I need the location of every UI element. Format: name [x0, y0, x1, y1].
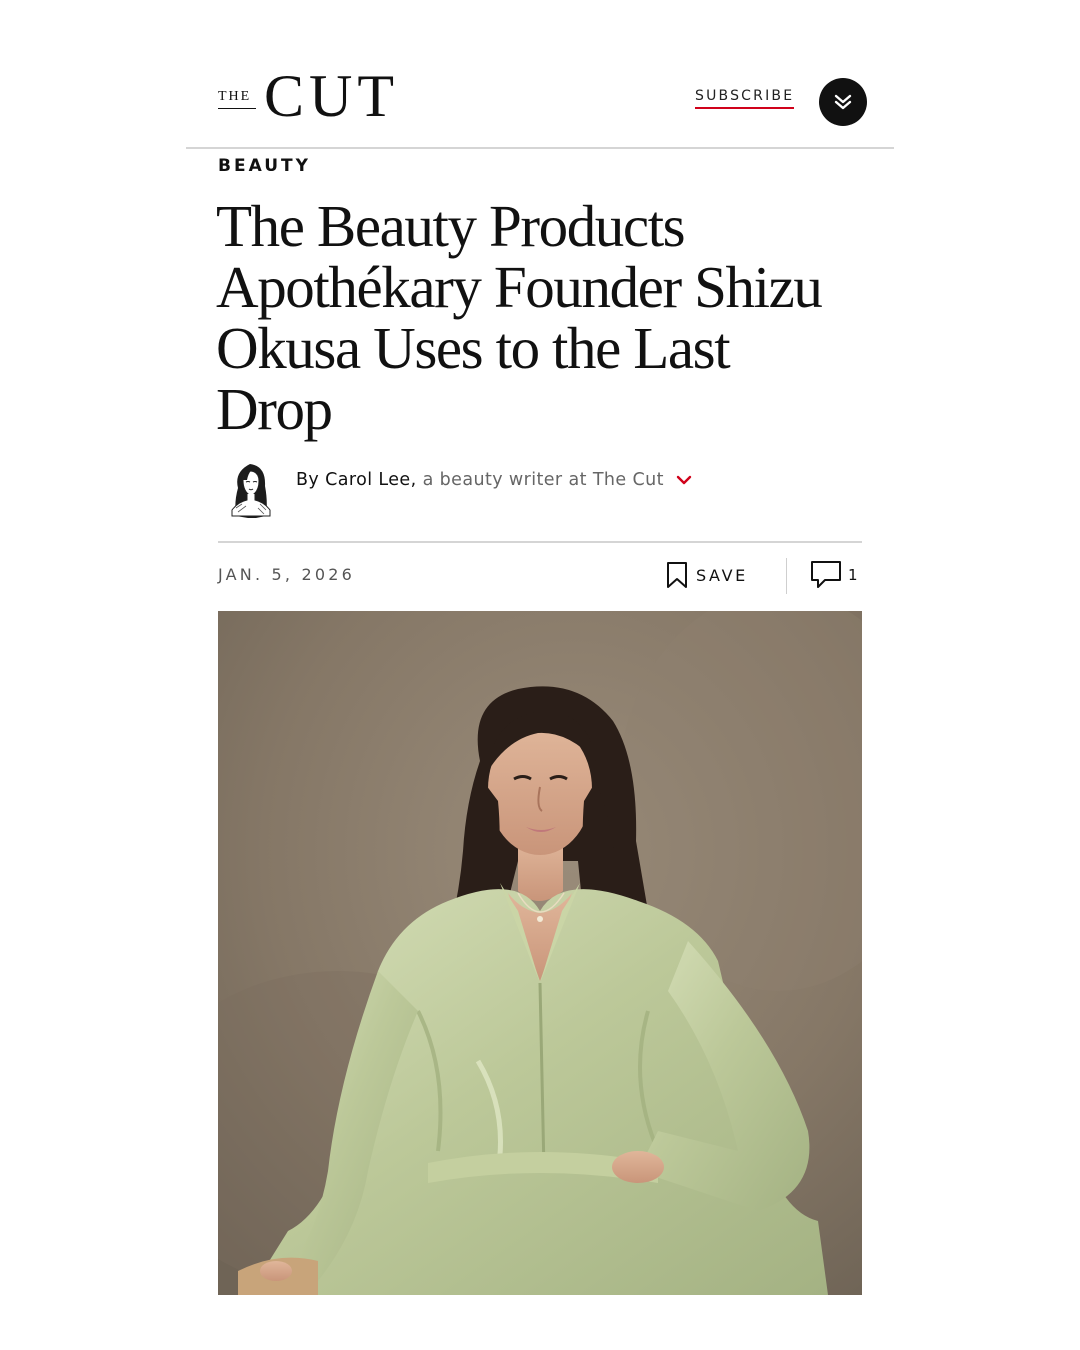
article-headline: The Beauty Products Apothékary Founder S… [216, 193, 823, 442]
save-label: SAVE [696, 565, 748, 585]
logo-cut-text: CUT [264, 63, 399, 129]
comments-button[interactable]: 1 [810, 560, 858, 590]
lead-photo[interactable] [218, 611, 862, 1295]
logo-the-text: THE [218, 89, 252, 104]
rubric-link[interactable]: BEAUTY [218, 156, 311, 176]
subscribe-link[interactable]: SUBSCRIBE [695, 88, 795, 109]
meta-divider [218, 541, 862, 543]
author-avatar[interactable] [226, 458, 276, 522]
byline[interactable]: By Carol Lee, a beauty writer at The Cut [296, 470, 692, 490]
save-button[interactable]: SAVE [666, 561, 748, 589]
bookmark-icon [667, 562, 687, 588]
menu-button[interactable] [819, 78, 867, 126]
publish-date: JAN. 5, 2026 [218, 565, 355, 584]
author-role: a beauty writer at The Cut [422, 470, 664, 490]
double-chevron-down-icon [834, 94, 852, 110]
toolbar-divider [786, 558, 787, 594]
author-name[interactable]: Carol Lee, [325, 470, 416, 490]
chevron-down-icon[interactable] [676, 474, 692, 486]
comment-count: 1 [848, 566, 858, 584]
header-divider [186, 147, 894, 149]
byline-prefix: By [296, 470, 320, 490]
comment-icon [811, 561, 841, 588]
logo-rule [218, 108, 256, 109]
